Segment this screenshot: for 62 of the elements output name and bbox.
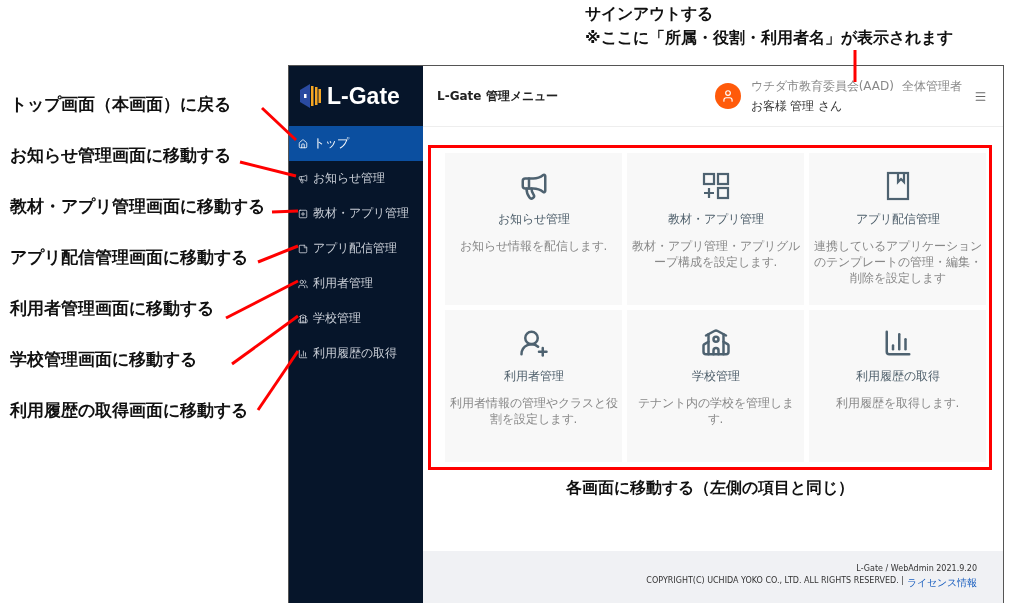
sidebar-item[interactable]: 教材・アプリ管理 — [289, 196, 423, 231]
card-description: 連携しているアプリケーションのテンプレートの管理・編集・削除を設定します — [813, 238, 982, 287]
annotation-text: アプリ配信管理画面に移動する — [10, 246, 248, 269]
sidebar-item[interactable]: トップ — [289, 126, 423, 161]
license-link[interactable]: ライセンス情報 — [907, 576, 977, 590]
card-description: テナント内の学校を管理します. — [636, 395, 795, 428]
menu-card[interactable]: 教材・アプリ管理 教材・アプリ管理・アプリグループ構成を設定します. — [627, 153, 804, 305]
logo-icon — [299, 83, 321, 109]
card-description: 利用履歴を取得します. — [835, 395, 960, 412]
card-description: 利用者情報の管理やクラスと役割を設定します. — [449, 395, 618, 428]
school-icon — [700, 328, 731, 358]
card-title: 利用者管理 — [503, 368, 564, 385]
leader-line — [271, 209, 299, 214]
annotation-text: 教材・アプリ管理画面に移動する — [10, 195, 265, 218]
menu-card[interactable]: アプリ配信管理 連携しているアプリケーションのテンプレートの管理・編集・削除を設定します — [809, 153, 986, 305]
leader-line — [257, 244, 299, 264]
sidebar-item[interactable]: 学校管理 — [289, 301, 423, 336]
user-icon — [720, 89, 735, 103]
leader-line — [260, 106, 298, 142]
sidebar-item[interactable]: 利用履歴の取得 — [289, 336, 423, 371]
annotation-text: トップ画面（本画面）に戻る — [10, 93, 231, 116]
annotation-text: サインアウトする — [585, 4, 714, 24]
menu-card[interactable]: 学校管理 テナント内の学校を管理します. — [627, 310, 804, 462]
version-text: L-Gate / WebAdmin 2021.9.20 — [856, 564, 977, 573]
menu-card[interactable]: 利用履歴の取得 利用履歴を取得します. — [809, 310, 986, 462]
annotation-text: 各画面に移動する（左側の項目と同じ） — [566, 478, 854, 499]
menu-card[interactable]: 利用者管理 利用者情報の管理やクラスと役割を設定します. — [445, 310, 622, 462]
megaphone-icon — [298, 173, 308, 184]
role-text: 全体管理者 — [902, 77, 962, 95]
card-title: 教材・アプリ管理 — [667, 211, 764, 228]
card-title: お知らせ管理 — [497, 211, 570, 228]
sidebar-item[interactable]: お知らせ管理 — [289, 161, 423, 196]
leader-line — [853, 50, 857, 82]
card-title: 利用履歴の取得 — [855, 368, 940, 385]
bar-chart-icon — [298, 348, 308, 359]
plus-square-icon — [298, 208, 308, 219]
card-description: 教材・アプリ管理・アプリグループ構成を設定します. — [631, 238, 800, 271]
sidebar-item[interactable]: アプリ配信管理 — [289, 231, 423, 266]
note-icon — [298, 243, 308, 254]
annotation-text: 利用履歴の取得画面に移動する — [10, 399, 248, 422]
avatar-button[interactable] — [714, 83, 741, 109]
annotation-text: 学校管理画面に移動する — [10, 348, 197, 371]
school-icon — [298, 313, 308, 324]
card-title: アプリ配信管理 — [855, 211, 940, 228]
sidebar-item[interactable]: 利用者管理 — [289, 266, 423, 301]
logo-text: L-Gate — [327, 82, 400, 110]
organization-text: ウチダ市教育委員会(AAD) — [750, 77, 894, 95]
menu-button[interactable] — [974, 89, 987, 103]
menu-card[interactable]: お知らせ管理 お知らせ情報を配信します. — [445, 153, 622, 305]
users-icon — [298, 278, 308, 289]
leader-line — [239, 160, 297, 178]
user-name: お客様 管理 さん — [750, 97, 844, 115]
card-title: 学校管理 — [691, 368, 740, 385]
house-icon — [298, 138, 308, 149]
annotation-text: ※ここに「所属・役割・利用者名」が表示されます — [585, 28, 954, 48]
copyright-text: COPYRIGHT(C) UCHIDA YOKO CO., LTD. ALL RIGHTS RESERVED. | — [646, 576, 904, 587]
page-title: L-Gate 管理メニュー — [437, 87, 558, 105]
grid-plus-icon — [700, 171, 731, 201]
user-plus-icon — [518, 328, 549, 358]
annotation-text: 利用者管理画面に移動する — [10, 297, 214, 320]
card-description: お知らせ情報を配信します. — [459, 238, 608, 255]
annotation-text: お知らせ管理画面に移動する — [10, 144, 231, 167]
